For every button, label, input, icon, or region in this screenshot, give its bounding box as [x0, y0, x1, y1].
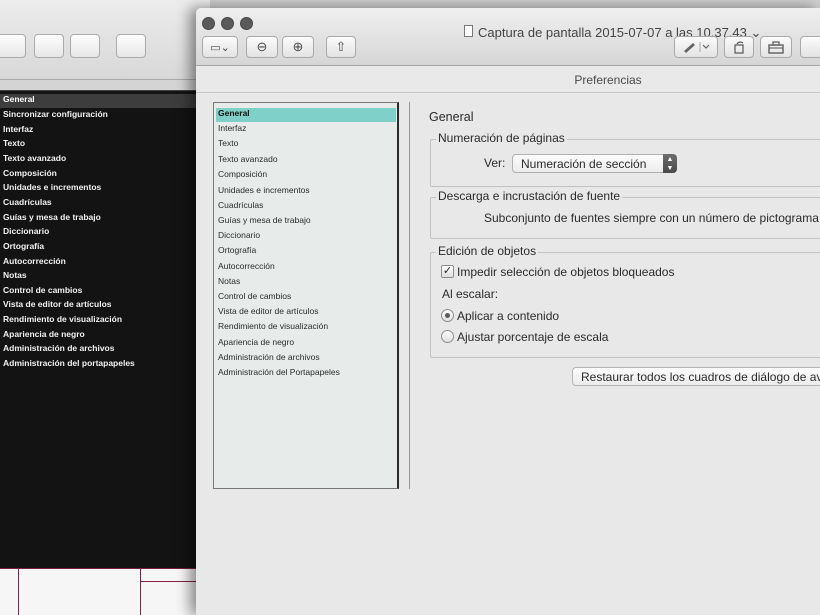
- category-item[interactable]: Rendimiento de visualización: [216, 321, 396, 335]
- bg-category-item[interactable]: General: [0, 94, 200, 108]
- title-bar: Captura de pantalla 2015-07-07 a las 10.…: [196, 8, 820, 66]
- numbering-view-value: Numeración de sección: [521, 157, 647, 171]
- category-item[interactable]: Unidades e incrementos: [216, 185, 396, 199]
- font-download-label: Descarga e incrustación de fuente: [436, 189, 623, 203]
- background-document-area: [0, 568, 200, 615]
- background-toolbar: [0, 0, 210, 80]
- category-item[interactable]: Apariencia de negro: [216, 337, 396, 351]
- preferences-title: Preferencias: [574, 73, 642, 87]
- category-list: General Interfaz Texto Texto avanzado Co…: [213, 102, 399, 489]
- bg-category-item[interactable]: Administración de archivos: [3, 343, 114, 357]
- bg-category-item[interactable]: Administración del portapapeles: [3, 358, 135, 372]
- category-item[interactable]: Autocorrección: [216, 261, 396, 275]
- bg-category-item[interactable]: Composición: [3, 168, 57, 182]
- background-category-list: General Sincronizar configuración Interf…: [0, 90, 200, 568]
- rotate-button[interactable]: [724, 36, 754, 58]
- category-item[interactable]: Ortografía: [216, 245, 396, 259]
- sidebar-toggle-button-bg[interactable]: [0, 34, 26, 58]
- panel-title: General: [429, 110, 474, 124]
- apply-to-content-radio[interactable]: [441, 309, 454, 322]
- share-button-bg[interactable]: [116, 34, 146, 58]
- bg-category-item[interactable]: Cuadrículas: [3, 197, 52, 211]
- prevent-locked-checkbox[interactable]: ✓: [441, 265, 454, 278]
- panel-divider: [409, 102, 410, 489]
- share-icon: ⇧: [335, 39, 347, 54]
- adjust-scale-label: Ajustar porcentaje de escala: [457, 330, 609, 344]
- bg-category-item[interactable]: Sincronizar configuración: [3, 109, 108, 123]
- bg-category-item[interactable]: Notas: [3, 270, 27, 284]
- category-item[interactable]: Composición: [216, 169, 396, 183]
- bg-category-item[interactable]: Unidades e incrementos: [3, 182, 101, 196]
- page-numbering-label: Numeración de páginas: [436, 131, 567, 145]
- bg-category-item[interactable]: Texto: [3, 138, 25, 152]
- when-scaling-label: Al escalar:: [442, 287, 499, 301]
- zoom-in-button[interactable]: ⊕: [282, 36, 314, 58]
- bg-category-item[interactable]: Texto avanzado: [3, 153, 66, 167]
- reset-dialogs-button[interactable]: Restaurar todos los cuadros de diálogo d…: [572, 367, 820, 386]
- numbering-view-select[interactable]: Numeración de sección ▲ ▼: [512, 154, 677, 173]
- search-field[interactable]: [800, 36, 820, 58]
- category-item[interactable]: Texto avanzado: [216, 154, 396, 168]
- zoom-out-button[interactable]: ⊖: [246, 36, 278, 58]
- category-item[interactable]: Diccionario: [216, 230, 396, 244]
- background-window: General Sincronizar configuración Interf…: [0, 0, 210, 615]
- font-subset-text: Subconjunto de fuentes siempre con un nú…: [484, 211, 819, 225]
- category-item[interactable]: Interfaz: [216, 123, 396, 137]
- pen-icon: [684, 42, 710, 53]
- markup-button[interactable]: [674, 36, 718, 58]
- rotate-icon: [734, 41, 744, 54]
- bg-category-item[interactable]: Vista de editor de artículos: [3, 299, 112, 313]
- checkmark-icon: ✓: [442, 265, 453, 277]
- prevent-locked-label: Impedir selección de objetos bloqueados: [457, 265, 675, 279]
- zoom-out-button-bg[interactable]: [34, 34, 64, 58]
- adjust-scale-radio[interactable]: [441, 330, 454, 343]
- view-label: Ver:: [484, 156, 506, 170]
- bg-category-item[interactable]: Ortografía: [3, 241, 44, 255]
- category-item[interactable]: Control de cambios: [216, 291, 396, 305]
- bg-category-item[interactable]: Apariencia de negro: [3, 329, 85, 343]
- zoom-in-icon: ⊕: [292, 39, 304, 54]
- bg-category-item[interactable]: Guías y mesa de trabajo: [3, 212, 101, 226]
- toolbox-button[interactable]: [760, 36, 792, 58]
- zoom-window-button[interactable]: [240, 17, 253, 30]
- category-item[interactable]: Administración de archivos: [216, 352, 396, 366]
- category-item[interactable]: Guías y mesa de trabajo: [216, 215, 396, 229]
- preview-window: Captura de pantalla 2015-07-07 a las 10.…: [196, 8, 820, 615]
- apply-to-content-label: Aplicar a contenido: [457, 309, 560, 323]
- bg-category-item[interactable]: Autocorrección: [3, 256, 66, 270]
- minimize-window-button[interactable]: [221, 17, 234, 30]
- category-item[interactable]: Vista de editor de artículos: [216, 306, 396, 320]
- category-item-general[interactable]: General: [216, 108, 396, 122]
- category-item[interactable]: Texto: [216, 138, 396, 152]
- sidebar-toggle-button[interactable]: ▭⌄: [202, 36, 238, 58]
- category-item[interactable]: Notas: [216, 276, 396, 290]
- zoom-out-icon: ⊖: [256, 39, 268, 54]
- zoom-in-button-bg[interactable]: [70, 34, 100, 58]
- sidebar-icon: ▭⌄: [210, 41, 230, 54]
- toolbox-icon: [768, 40, 784, 54]
- document-icon: [464, 25, 473, 37]
- bg-category-item[interactable]: Rendimiento de visualización: [3, 314, 122, 328]
- close-window-button[interactable]: [202, 17, 215, 30]
- preferences-header: Preferencias: [196, 67, 820, 93]
- select-arrows-icon: ▲ ▼: [663, 154, 677, 173]
- bg-category-item[interactable]: Interfaz: [3, 124, 33, 138]
- category-item[interactable]: Administración del Portapapeles: [216, 367, 396, 381]
- category-item[interactable]: Cuadrículas: [216, 200, 396, 214]
- bg-category-item[interactable]: Control de cambios: [3, 285, 82, 299]
- bg-category-item[interactable]: Diccionario: [3, 226, 49, 240]
- window-title[interactable]: Captura de pantalla 2015-07-07 a las 10.…: [478, 25, 761, 41]
- preferences-dialog: General Interfaz Texto Texto avanzado Co…: [196, 94, 820, 615]
- share-button[interactable]: ⇧: [326, 36, 356, 58]
- object-editing-label: Edición de objetos: [436, 244, 539, 258]
